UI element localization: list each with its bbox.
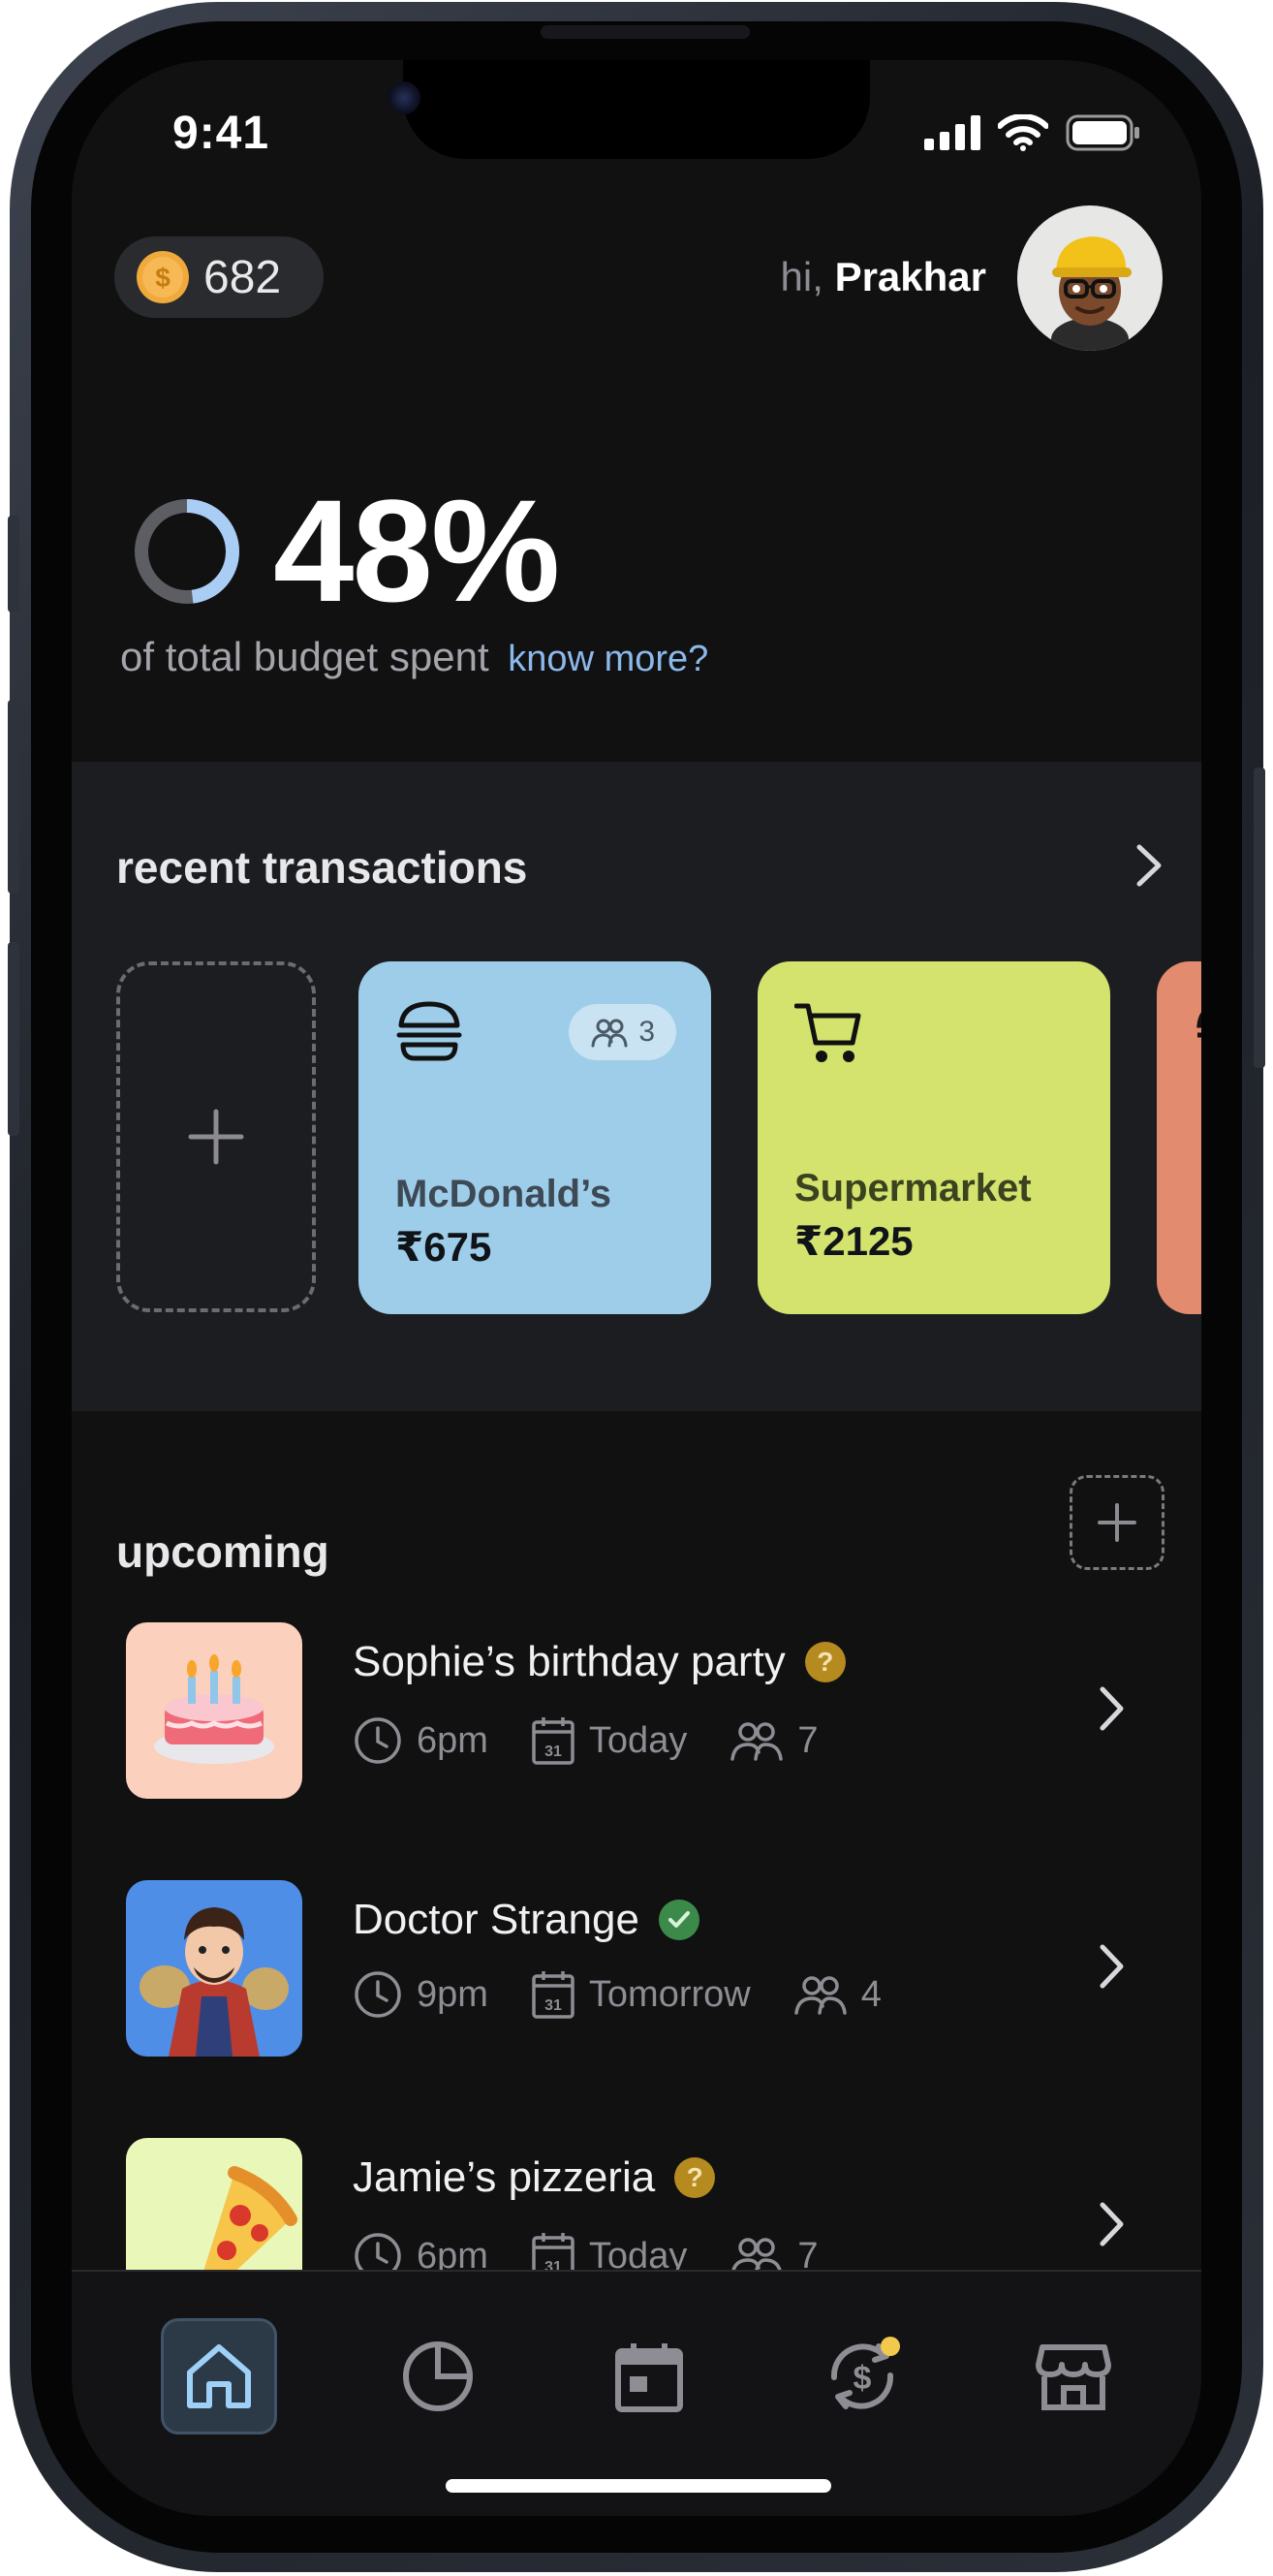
home-indicator[interactable] [446, 2479, 831, 2493]
coin-count: 682 [203, 251, 282, 303]
user-name: Prakhar [834, 254, 986, 299]
people-icon [591, 1019, 628, 1048]
know-more-link[interactable]: know more? [508, 639, 708, 679]
cake-image [126, 1622, 302, 1799]
greeting-prefix: hi, [780, 254, 823, 299]
store-icon [1036, 2344, 1111, 2410]
front-camera [388, 81, 420, 114]
clock-icon [355, 1971, 401, 2018]
greeting: hi, Prakhar [781, 254, 986, 300]
transaction-card-mcdonalds[interactable]: 3 McDonald’s ₹675 [358, 961, 711, 1314]
burger-icon [396, 1001, 462, 1061]
pie-chart-icon [403, 2341, 473, 2411]
transaction-name: McDonald’s [395, 1173, 611, 1215]
recent-transactions-section: recent transactions 3 McDonald’s ₹675 Su… [72, 762, 1201, 1411]
upcoming-event-row[interactable]: Doctor Strange 9pm 31 Tomorrow 4 [126, 1880, 1163, 2057]
event-time: 6pm [417, 1719, 488, 1761]
svg-text:$: $ [854, 2360, 872, 2397]
recent-transactions-title: recent transactions [116, 842, 528, 893]
plus-icon [1098, 1503, 1136, 1542]
power-button [1254, 768, 1265, 1068]
event-title-row: Doctor Strange [353, 1896, 699, 1944]
event-meta: 9pm 31 Tomorrow 4 [353, 1969, 924, 2020]
coin-icon: $ [137, 251, 189, 303]
home-icon [187, 2344, 251, 2408]
transaction-card-supermarket[interactable]: Supermarket ₹2125 [758, 961, 1110, 1314]
tab-calendar[interactable] [591, 2318, 707, 2435]
check-icon [668, 1911, 690, 1928]
calendar-icon: 31 [532, 1971, 574, 2019]
avatar[interactable] [1017, 205, 1163, 351]
event-day: Tomorrow [588, 1973, 751, 2015]
earpiece-speaker [541, 25, 750, 39]
notification-dot [881, 2337, 900, 2356]
event-time: 9pm [417, 1973, 488, 2015]
plus-icon [188, 1109, 244, 1165]
event-meta: 6pm 31 Today 7 [353, 1715, 860, 1766]
coin-balance[interactable]: $ 682 [114, 236, 324, 318]
budget-caption-text: of total budget spent [120, 634, 489, 679]
svg-text:$: $ [155, 263, 171, 293]
wifi-icon [998, 114, 1048, 151]
battery-icon [1066, 114, 1139, 151]
event-title-row: Sophie’s birthday party ? [353, 1638, 846, 1686]
people-badge: 3 [569, 1004, 676, 1060]
add-upcoming-button[interactable] [1070, 1475, 1164, 1570]
tab-home[interactable] [161, 2318, 277, 2435]
people-icon [793, 1976, 847, 2015]
upcoming-event-row[interactable]: Sophie’s birthday party ? 6pm 31 Today 7 [126, 1622, 1163, 1799]
event-title-row: Jamie’s pizzeria ? [353, 2153, 716, 2202]
event-title: Doctor Strange [353, 1896, 639, 1943]
money-exchange-icon: $ [830, 2337, 900, 2409]
calendar-day: 31 [544, 1744, 562, 1760]
budget-percent: 48% [273, 469, 560, 632]
event-people: 4 [860, 1973, 882, 2015]
app-screen: 9:41 $ 682 hi, Prakhar 48% of total budg… [72, 60, 1201, 2516]
tab-store[interactable] [1015, 2318, 1132, 2435]
tab-payments[interactable]: $ [804, 2318, 920, 2435]
chevron-right-icon[interactable] [1095, 1942, 1128, 1991]
transaction-amount: ₹675 [395, 1224, 492, 1270]
budget-progress-ring [135, 498, 239, 604]
transaction-name: Supermarket [794, 1167, 1032, 1209]
event-people: 7 [797, 1719, 819, 1761]
status-time: 9:41 [172, 108, 270, 159]
burger-icon [1196, 1012, 1201, 1038]
transaction-amount: ₹2125 [794, 1218, 914, 1264]
people-icon [730, 1722, 784, 1761]
pending-badge: ? [804, 1642, 846, 1682]
volume-up-button [8, 700, 19, 894]
avatar-memoji-icon [1051, 236, 1132, 351]
calendar-icon [615, 2343, 683, 2412]
clock-icon [355, 1717, 401, 1764]
budget-caption: of total budget spent know more? [120, 634, 708, 680]
transaction-card-partial[interactable] [1157, 961, 1201, 1314]
dynamic-notch [403, 60, 870, 159]
signal-icon [924, 115, 980, 150]
chevron-right-icon[interactable] [1095, 1684, 1128, 1733]
calendar-day: 31 [544, 1997, 562, 2014]
volume-down-button [8, 942, 19, 1136]
chevron-right-icon[interactable] [1132, 843, 1166, 888]
event-title: Jamie’s pizzeria [353, 2153, 656, 2201]
calendar-icon: 31 [532, 1717, 574, 1765]
event-title: Sophie’s birthday party [353, 1638, 786, 1685]
upcoming-title: upcoming [116, 1526, 329, 1577]
status-icons [924, 114, 1141, 151]
doctor-strange-image [126, 1880, 302, 2057]
budget-summary: 48% [134, 467, 560, 635]
tab-stats[interactable] [380, 2318, 496, 2435]
event-day: Today [588, 1719, 688, 1761]
mute-switch [8, 516, 19, 613]
confirmed-badge [658, 1900, 699, 1940]
chevron-right-icon[interactable] [1095, 2200, 1128, 2248]
add-transaction-button[interactable] [116, 961, 316, 1312]
cart-icon [794, 1003, 861, 1062]
pending-badge: ? [674, 2157, 716, 2198]
people-count: 3 [638, 1016, 655, 1048]
